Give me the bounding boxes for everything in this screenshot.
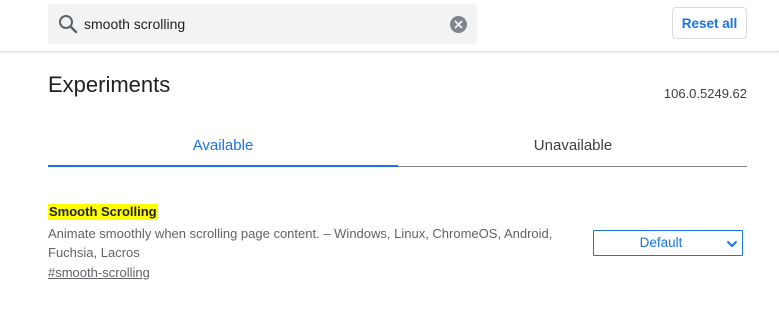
- tab-available[interactable]: Available: [48, 124, 398, 166]
- experiment-permalink[interactable]: #smooth-scrolling: [48, 265, 150, 280]
- header-bar: smooth scrolling Reset all: [0, 0, 779, 52]
- clear-icon[interactable]: [450, 16, 467, 33]
- tab-label: Unavailable: [533, 136, 613, 154]
- search-icon: [58, 14, 78, 34]
- page-title: Experiments: [48, 72, 171, 97]
- experiment-state-select[interactable]: Default: [593, 230, 743, 256]
- tab-unavailable[interactable]: Unavailable: [398, 124, 748, 166]
- tab-label: Available: [192, 136, 254, 154]
- experiment-description: Animate smoothly when scrolling page con…: [48, 226, 553, 260]
- flags-page: smooth scrolling Reset all Experiments 1…: [0, 0, 779, 328]
- search-box[interactable]: smooth scrolling: [48, 4, 477, 44]
- experiment-name: Smooth Scrolling: [48, 204, 158, 220]
- select-value: Default: [639, 235, 683, 250]
- search-input[interactable]: smooth scrolling: [84, 4, 185, 44]
- tab-selected-indicator: [48, 165, 398, 167]
- version-number: 106.0.5249.62: [663, 86, 747, 101]
- chevron-down-icon: [726, 237, 738, 249]
- reset-all-button[interactable]: Reset all: [672, 7, 747, 39]
